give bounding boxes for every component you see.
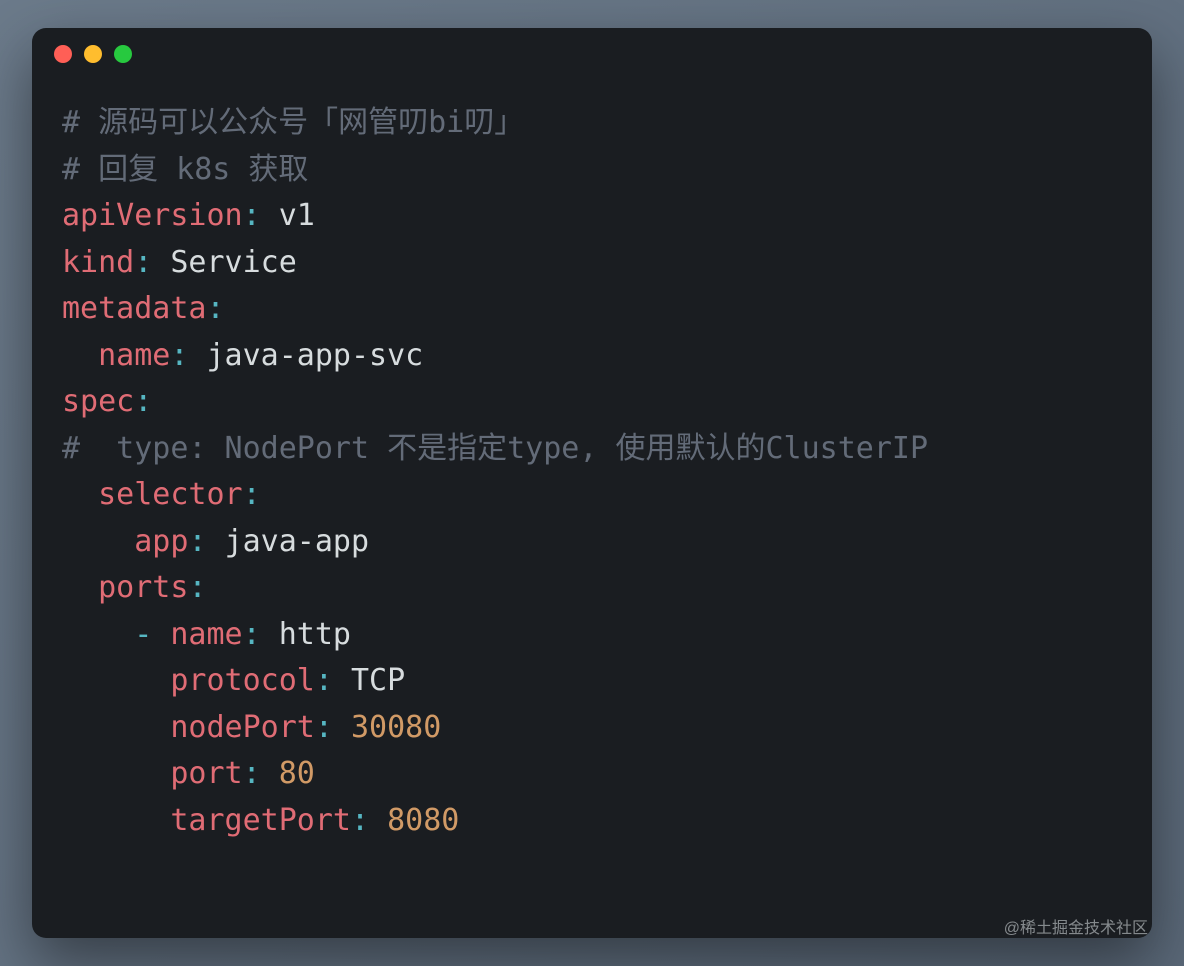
yaml-key: nodePort [170,710,315,745]
yaml-key: port [170,756,242,791]
yaml-colon: : [351,803,369,838]
yaml-colon: : [170,338,188,373]
yaml-key: spec [62,384,134,419]
yaml-value: 30080 [351,710,441,745]
yaml-key: protocol [170,663,315,698]
yaml-key: name [170,617,242,652]
yaml-key: name [98,338,170,373]
yaml-value: java-app [225,524,370,559]
yaml-value: java-app-svc [207,338,424,373]
yaml-key: kind [62,245,134,280]
yaml-colon: : [188,524,206,559]
yaml-colon: : [243,198,261,233]
minimize-icon[interactable] [84,45,102,63]
yaml-colon: : [134,245,152,280]
yaml-value: v1 [279,198,315,233]
yaml-value: http [279,617,351,652]
window-titlebar [32,28,1152,80]
yaml-value: Service [170,245,296,280]
yaml-dash: - [134,617,152,652]
maximize-icon[interactable] [114,45,132,63]
yaml-key: ports [98,570,188,605]
yaml-value: TCP [351,663,405,698]
yaml-colon: : [134,384,152,419]
yaml-value: 8080 [387,803,459,838]
watermark-text: @稀土掘金技术社区 [1004,914,1148,938]
code-window: # 源码可以公众号「网管叨bi叨」 # 回复 k8s 获取 apiVersion… [32,28,1152,938]
yaml-key: metadata [62,291,207,326]
close-icon[interactable] [54,45,72,63]
code-comment: # type: NodePort 不是指定type, 使用默认的ClusterI… [62,431,928,466]
yaml-colon: : [315,710,333,745]
yaml-colon: : [207,291,225,326]
yaml-key: selector [98,477,243,512]
yaml-colon: : [188,570,206,605]
yaml-key: apiVersion [62,198,243,233]
code-block: # 源码可以公众号「网管叨bi叨」 # 回复 k8s 获取 apiVersion… [32,80,1152,874]
code-comment: # 回复 k8s 获取 [62,152,308,187]
yaml-colon: : [243,477,261,512]
yaml-colon: : [243,756,261,791]
code-comment: # 源码可以公众号「网管叨bi叨」 [62,105,524,140]
yaml-key: app [134,524,188,559]
yaml-key: targetPort [170,803,351,838]
yaml-colon: : [315,663,333,698]
yaml-colon: : [243,617,261,652]
yaml-value: 80 [279,756,315,791]
